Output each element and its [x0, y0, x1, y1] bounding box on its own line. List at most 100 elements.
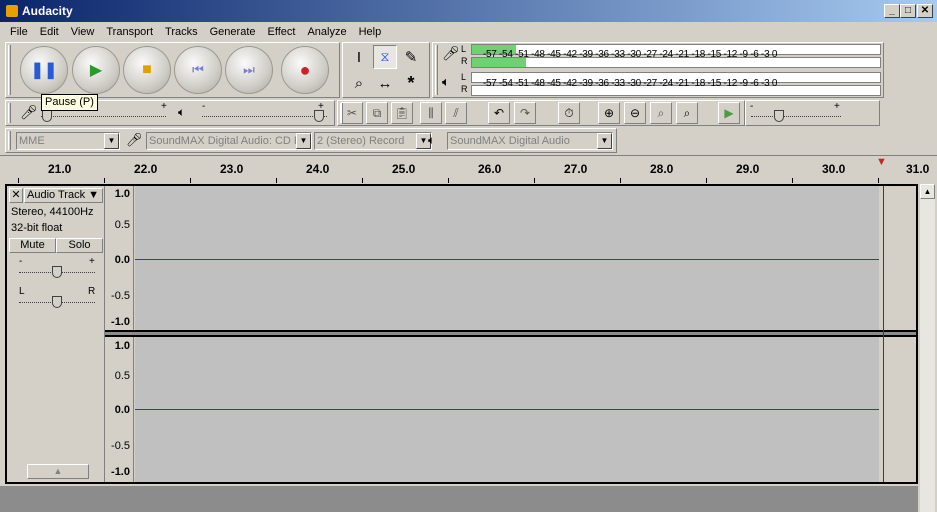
sync-lock-button[interactable]: ⏱: [558, 102, 580, 124]
envelope-tool[interactable]: ⧖: [373, 45, 397, 69]
fit-selection-icon: ⌕: [657, 105, 665, 120]
microphone-icon[interactable]: 🎤︎: [442, 45, 460, 62]
redo-button[interactable]: ↷: [514, 102, 536, 124]
mute-button[interactable]: Mute: [9, 238, 56, 253]
toolbar-grip[interactable]: [8, 131, 11, 150]
toolbar-grip[interactable]: [8, 45, 11, 95]
minimize-button[interactable]: _: [884, 4, 900, 18]
playback-device-value: SoundMAX Digital Audio: [450, 135, 570, 147]
output-volume-icon: 🔈︎: [178, 105, 186, 119]
ruler-tick: [18, 178, 19, 183]
pencil-icon: ✎: [404, 49, 418, 66]
speed-slider[interactable]: [751, 116, 841, 117]
menu-analyze[interactable]: Analyze: [301, 26, 352, 38]
menu-generate[interactable]: Generate: [204, 26, 262, 38]
scale-label: -0.5: [111, 440, 130, 452]
channel-separator[interactable]: [105, 330, 916, 337]
solo-button[interactable]: Solo: [56, 238, 103, 253]
ruler-label: 22.0: [134, 162, 158, 176]
menu-edit[interactable]: Edit: [34, 26, 65, 38]
recording-device-select[interactable]: SoundMAX Digital Audio: CD Pl ▼: [146, 132, 312, 150]
speed-thumb[interactable]: [774, 110, 784, 122]
fit-selection-button[interactable]: ⌕: [650, 102, 672, 124]
scale-label: -1.0: [111, 466, 130, 478]
collapse-track-button[interactable]: ▲: [27, 464, 89, 479]
asterisk-icon: *: [407, 72, 415, 93]
meter-toolbar: 🎤︎ L R -57 -54 -51 -48 -45 -42 -39 -36 -…: [432, 42, 884, 98]
play-button[interactable]: ▶: [72, 46, 120, 94]
audio-host-select[interactable]: MME ▼: [16, 132, 120, 150]
zoom-in-button[interactable]: ⊕: [598, 102, 620, 124]
zoom-tool[interactable]: ⌕: [347, 71, 371, 95]
trim-button[interactable]: ⫼: [420, 102, 442, 124]
empty-track-space[interactable]: [0, 486, 918, 512]
skip-end-button[interactable]: ⏭: [225, 46, 273, 94]
menu-file[interactable]: File: [4, 26, 34, 38]
maximize-button[interactable]: □: [900, 4, 916, 18]
toolbar-grip[interactable]: [435, 45, 438, 95]
ruler-tick: [706, 178, 707, 183]
time-shift-tool[interactable]: ↔: [373, 71, 397, 95]
input-volume-slider[interactable]: [41, 116, 166, 117]
scroll-up-button[interactable]: ▲: [920, 184, 935, 199]
copy-button[interactable]: ⧉: [366, 102, 388, 124]
fit-project-button[interactable]: ⌕: [676, 102, 698, 124]
output-volume-slider[interactable]: [202, 116, 327, 117]
output-volume-minus: -: [202, 101, 206, 112]
zoom-in-icon: ⊕: [603, 106, 615, 120]
scale-label: -0.5: [111, 290, 130, 302]
close-button[interactable]: ✕: [917, 4, 933, 18]
scissors-icon: ✂: [346, 106, 358, 120]
play-icon: ▶: [89, 62, 103, 79]
recording-channels-select[interactable]: 2 (Stereo) Record ▼: [314, 132, 432, 150]
ruler-label: 25.0: [392, 162, 416, 176]
waveform-right-channel[interactable]: [135, 337, 879, 482]
playback-device-icon: 🔈︎: [428, 133, 436, 147]
scale-label: 0.0: [114, 404, 130, 416]
playback-meter-scale: -57 -54 -51 -48 -45 -42 -39 -36 -33 -30 …: [483, 78, 778, 89]
track-close-button[interactable]: ✕: [9, 188, 23, 203]
pan-slider-thumb[interactable]: [52, 296, 62, 308]
selection-tool[interactable]: I: [347, 45, 371, 69]
menu-view[interactable]: View: [65, 26, 101, 38]
menu-transport[interactable]: Transport: [100, 26, 159, 38]
waveform-left-channel[interactable]: [135, 186, 879, 330]
timeline-ruler[interactable]: 21.0 22.0 23.0 24.0 25.0 26.0 27.0 28.0 …: [0, 155, 937, 183]
vertical-ruler-left-channel: 1.0 0.5 0.0 -0.5 -1.0: [105, 186, 134, 330]
silence-button[interactable]: ⫽: [445, 102, 467, 124]
input-volume-plus: +: [161, 101, 167, 112]
menu-tracks[interactable]: Tracks: [159, 26, 204, 38]
zoom-out-button[interactable]: ⊖: [624, 102, 646, 124]
draw-tool[interactable]: ✎: [399, 45, 423, 69]
input-volume-thumb[interactable]: [42, 110, 52, 122]
menu-effect[interactable]: Effect: [262, 26, 302, 38]
play-at-speed-button[interactable]: ▶: [718, 102, 740, 124]
pause-button[interactable]: ❚❚: [20, 46, 68, 94]
ruler-tick: [448, 178, 449, 183]
paste-button[interactable]: 📋︎: [391, 102, 413, 124]
play-head-marker-icon[interactable]: ▼: [876, 156, 887, 168]
vertical-ruler-right-channel: 1.0 0.5 0.0 -0.5 -1.0: [105, 337, 134, 482]
gain-slider-thumb[interactable]: [52, 266, 62, 278]
multi-tool[interactable]: *: [399, 71, 423, 95]
undo-button[interactable]: ↶: [488, 102, 510, 124]
ruler-tick: [792, 178, 793, 183]
stop-button[interactable]: ■: [123, 46, 171, 94]
playback-device-select[interactable]: SoundMAX Digital Audio ▼: [447, 132, 613, 150]
toolbar-grip[interactable]: [8, 103, 11, 123]
speaker-icon[interactable]: 🔈︎: [442, 74, 450, 90]
record-button[interactable]: ●: [281, 46, 329, 94]
vertical-scrollbar[interactable]: ▲: [920, 184, 935, 512]
recording-channels-value: 2 (Stereo) Record: [317, 135, 405, 147]
track-bit-depth: 32-bit float: [11, 222, 63, 234]
undo-icon: ↶: [493, 106, 505, 120]
menu-help[interactable]: Help: [353, 26, 388, 38]
audio-host-value: MME: [19, 135, 45, 147]
scale-label: 0.5: [114, 370, 130, 382]
skip-start-button[interactable]: ⏮: [174, 46, 222, 94]
stopwatch-icon: ⏱: [564, 105, 574, 120]
track-menu-button[interactable]: Audio Track ▼: [24, 188, 103, 203]
track-format-info: Stereo, 44100Hz: [11, 206, 94, 218]
chevron-down-icon: ▼: [296, 133, 311, 149]
cut-button[interactable]: ✂: [341, 102, 363, 124]
